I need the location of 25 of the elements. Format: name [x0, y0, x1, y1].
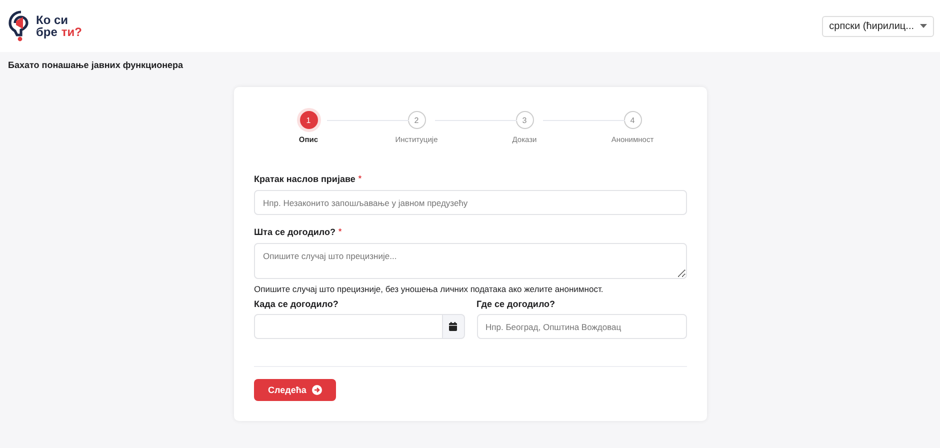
logo-text: бре [36, 26, 58, 38]
calendar-button[interactable] [442, 314, 464, 339]
field-label: Шта се догодило? [254, 227, 336, 237]
required-mark: * [338, 227, 342, 236]
date-input[interactable] [254, 314, 442, 339]
page-title: Бахато понашање јавних функционера [8, 60, 184, 70]
field-label: Где се догодило? [476, 299, 556, 309]
help-text: Опишите случај што прецизније, без уношења личних података ако желите анонимност. [254, 284, 604, 294]
step-circle[interactable]: 4 [624, 111, 642, 129]
location-input[interactable]: Нпр. Београд, Општина Вождовац [476, 314, 687, 339]
logo-text: ти? [61, 26, 82, 38]
field-label: Кратак наслов пријаве [254, 174, 356, 184]
field-label: Када се догодило? [254, 299, 340, 309]
title-input[interactable]: Нпр. Незаконито запошљавање у јавном предузећу [254, 190, 687, 215]
calendar-icon [449, 322, 457, 331]
logo-text: Ко си [36, 14, 70, 26]
step-circle[interactable]: 1 [300, 111, 318, 129]
step-circle[interactable]: 2 [408, 111, 426, 129]
caret-icon [920, 24, 927, 28]
required-mark: * [358, 174, 362, 183]
next-button[interactable]: Следећа [254, 379, 336, 401]
language-dropdown[interactable]: српски (ћирилиц... [822, 16, 934, 36]
description-textarea[interactable]: Опишите случај што прецизније... [254, 243, 687, 279]
arrow-circle-icon [312, 385, 322, 395]
step-circle[interactable]: 3 [516, 111, 534, 129]
